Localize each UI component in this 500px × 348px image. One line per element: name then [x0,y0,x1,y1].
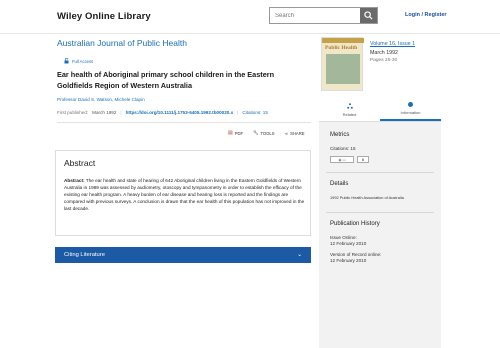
vor-date: 12 February 2010 [330,258,367,263]
tools-label: TOOLS [260,130,275,136]
journal-title[interactable]: Australian Journal of Public Health [57,38,187,48]
metrics-heading: Metrics [330,132,350,138]
full-access-badge: Full Access [64,58,93,64]
pdf-label: PDF [234,130,244,136]
cover-title: Public Health [325,45,358,51]
tab-related[interactable]: Related [319,98,380,121]
abstract-section: Abstract Abstract: The ear health and st… [55,150,311,236]
history-heading: Publication History [330,221,380,227]
abstract-label: Abstract: [64,178,85,183]
share-icon: ⋖ [284,130,289,136]
altmetric-badges[interactable]: ◉ ▭ 6 [330,156,369,163]
side-tabs: Related Information [319,98,441,122]
tab-information-label: Information [400,110,421,115]
metrics-citations: Citations: 15 [330,146,356,151]
tab-related-label: Related [342,111,357,117]
tools-button[interactable]: 🔧︎ TOOLS [253,130,274,136]
share-button[interactable]: ⋖ SHARE [285,130,305,136]
abstract-heading: Abstract [64,158,96,168]
vor-label: Version of Record online: [330,252,382,257]
abstract-text: Abstract: The ear health and state of he… [64,177,306,212]
separator: | [237,110,239,115]
share-label: SHARE [290,130,305,136]
related-icon [346,102,353,109]
doi-link[interactable]: https://doi.org/10.1111/j.1753-6405.1992… [126,110,234,115]
search-input[interactable] [270,8,360,23]
tab-information[interactable]: Information [380,98,441,121]
badge-count: 6 [357,156,369,163]
wrench-icon: 🔧︎ [253,130,259,135]
site-logo[interactable]: Wiley Online Library [57,11,151,22]
pdf-icon: ▤ [228,130,233,136]
divider [57,122,311,123]
details-text: 1992 Public Health Association of Austra… [330,195,404,200]
cover-image [326,54,360,84]
full-access-label: Full Access [72,58,94,64]
citing-literature-bar[interactable]: Citing Literature ⌄ [55,247,311,263]
citing-literature-label: Citing Literature [64,252,105,258]
issue-online-label: Issue Online: [330,235,357,240]
search-button[interactable] [360,8,377,23]
pdf-button[interactable]: ▤ PDF [228,130,243,136]
login-register-link[interactable]: Login / Register [405,12,447,18]
first-published-label: First published: [57,110,89,115]
first-published-date: March 1992 [92,110,117,115]
top-bar: Wiley Online Library Login / Register [0,0,500,34]
publication-info: First published: March 1992 | https://do… [57,110,268,115]
chevron-down-icon: ⌄ [297,252,302,258]
search-icon [364,11,373,20]
issue-online-date: 12 February 2010 [330,241,367,246]
citations-link[interactable]: Citations: 15 [242,110,268,115]
journal-cover[interactable]: Public Health [321,37,364,91]
divider [326,212,434,213]
article-title: Ear health of Aboriginal primary school … [57,70,275,90]
info-icon [408,102,413,107]
article-tools: ▤ PDF 🔧︎ TOOLS ⋖ SHARE [228,130,305,136]
issue-date: March 1992 [370,50,398,56]
divider [326,172,434,173]
volume-issue-link[interactable]: Volume 16, Issue 1 [370,41,415,47]
crossref-badge: ◉ ▭ [330,156,354,163]
issue-pages: Pages 25-30 [370,58,398,63]
details-heading: Details [330,181,349,187]
separator: | [120,110,122,115]
cover-bar [322,38,364,43]
search-box [269,7,378,24]
unlock-icon [64,58,69,64]
authors[interactable]: Professor David S. Watson, Michele Clapi… [57,97,145,102]
abstract-body: The ear health and state of hearing of 6… [64,178,305,212]
